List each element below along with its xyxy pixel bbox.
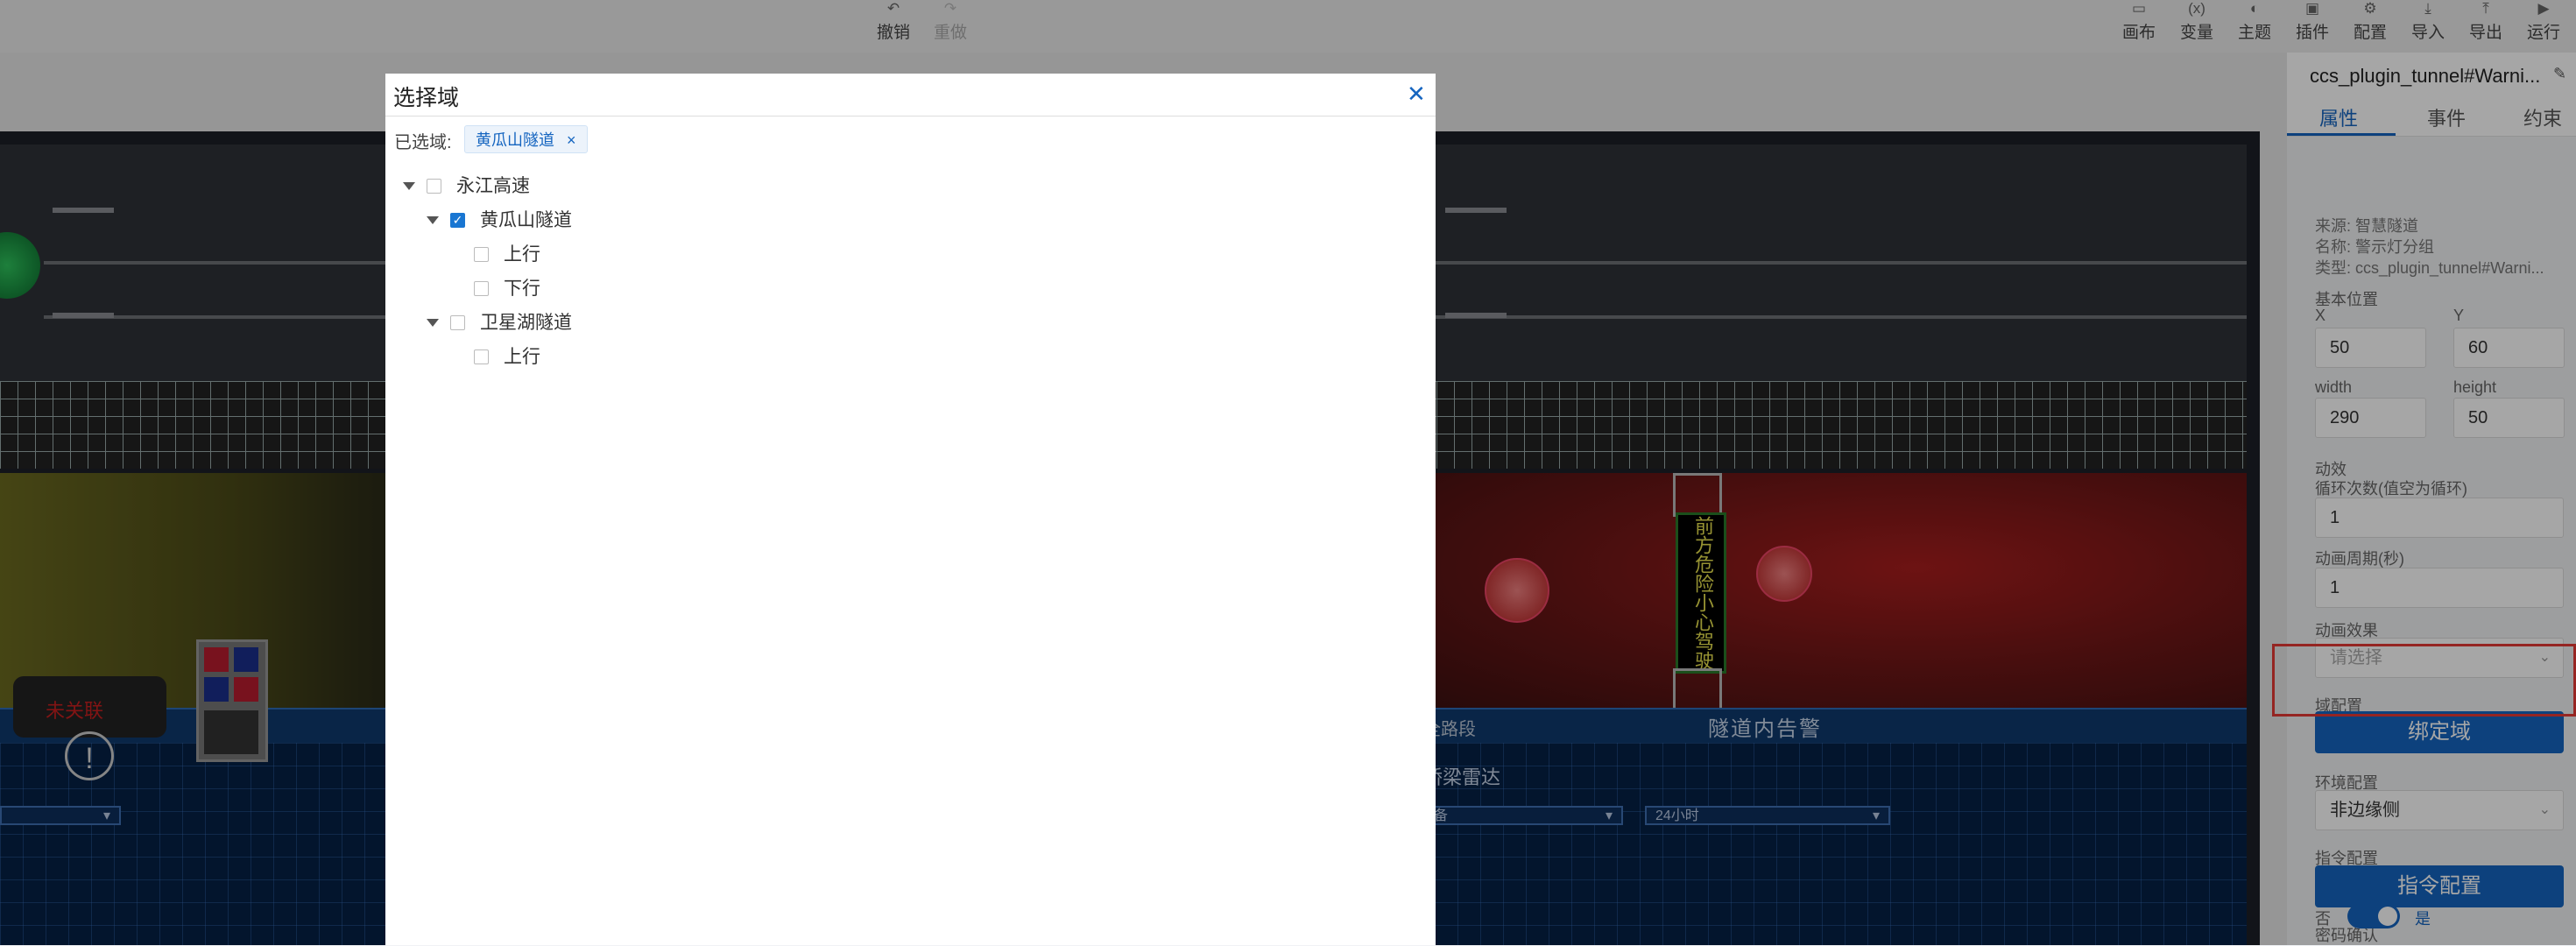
expand-icon[interactable]: [427, 216, 439, 224]
dialog-header: 选择域 ✕: [385, 74, 1436, 116]
checkbox[interactable]: [474, 349, 489, 364]
tree-node-down[interactable]: 下行: [385, 274, 911, 304]
tree-node-huangguashan[interactable]: ✓ 黄瓜山隧道: [385, 206, 911, 236]
tree-node-weixinghu[interactable]: 卫星湖隧道: [385, 308, 911, 338]
tag-close-icon[interactable]: ×: [567, 131, 576, 149]
expand-icon[interactable]: [427, 319, 439, 327]
select-domain-dialog: 选择域 ✕ 已选域: 黄瓜山隧道 × 永江高速 ✓ 黄瓜山隧道 上行 下行 卫星湖…: [385, 74, 1436, 945]
checkbox[interactable]: [474, 281, 489, 296]
checkbox[interactable]: [474, 247, 489, 262]
expand-icon[interactable]: [403, 182, 415, 190]
selected-label: 已选域:: [394, 133, 452, 152]
close-icon[interactable]: ✕: [1407, 81, 1426, 108]
dialog-title: 选择域: [393, 86, 460, 110]
tree-node-up-2[interactable]: 上行: [385, 342, 911, 372]
checkbox-checked[interactable]: ✓: [450, 213, 465, 228]
checkbox[interactable]: [427, 179, 441, 194]
checkbox[interactable]: [450, 315, 465, 330]
tree-node-yongjiang[interactable]: 永江高速: [385, 172, 911, 201]
selected-tag: 黄瓜山隧道 ×: [464, 125, 588, 153]
tree-node-up[interactable]: 上行: [385, 240, 911, 270]
